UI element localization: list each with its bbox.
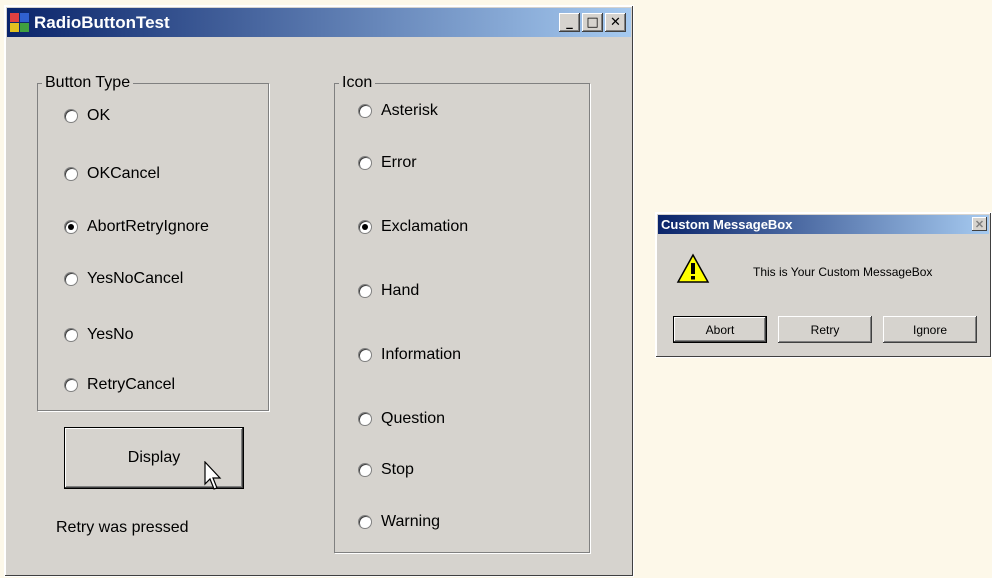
message-box-title: Custom MessageBox [661,217,793,232]
radio-circle-icon[interactable] [64,378,78,392]
message-box-text: This is Your Custom MessageBox [753,265,933,279]
button-type-radio-label: OK [87,107,111,124]
minimize-button[interactable]: _ [559,13,580,32]
close-button[interactable]: ✕ [605,13,626,32]
message-box-title-bar[interactable]: Custom MessageBox ✕ [658,215,989,234]
button-type-radio-ok[interactable]: OK [64,107,110,125]
ignore-button[interactable]: Ignore [883,316,977,343]
icon-radio-label: Exclamation [381,218,469,235]
button-type-radio-label: RetryCancel [87,376,176,393]
button-type-radio-retrycancel[interactable]: RetryCancel [64,376,175,394]
icon-group-label: Icon [342,74,373,91]
icon-radio-hand[interactable]: Hand [358,282,419,300]
button-type-group-label: Button Type [45,74,131,91]
button-type-radio-label: OKCancel [87,165,160,182]
icon-group: Icon [334,74,590,553]
icon-radio-label: Hand [381,282,420,299]
radio-circle-icon[interactable] [358,515,372,529]
abort-button[interactable]: Abort [673,316,767,343]
radio-circle-icon[interactable] [358,412,372,426]
radio-circle-icon[interactable] [64,220,78,234]
icon-radio-asterisk[interactable]: Asterisk [358,102,438,120]
title-bar[interactable]: RadioButtonTest _ □ ✕ [7,8,631,37]
icon-radio-label: Question [381,410,446,427]
retry-button[interactable]: Retry [778,316,872,343]
icon-radio-question[interactable]: Question [358,410,445,428]
icon-radio-stop[interactable]: Stop [358,461,414,479]
icon-radio-label: Warning [381,513,440,530]
mouse-cursor-icon [204,461,222,490]
radio-circle-icon[interactable] [358,156,372,170]
icon-radio-error[interactable]: Error [358,154,417,172]
icon-radio-information[interactable]: Information [358,346,461,364]
icon-radio-warning[interactable]: Warning [358,513,440,531]
radio-circle-icon[interactable] [358,220,372,234]
radio-selected-dot-icon [68,224,74,230]
button-type-radio-abortretryignore[interactable]: AbortRetryIgnore [64,218,209,236]
button-type-radio-yesno[interactable]: YesNo [64,326,134,344]
icon-radio-exclamation[interactable]: Exclamation [358,218,468,236]
radio-circle-icon[interactable] [64,109,78,123]
radio-circle-icon[interactable] [358,104,372,118]
custom-message-box: Custom MessageBox ✕ This is Your Custom … [655,212,992,358]
radio-button-test-window: RadioButtonTest _ □ ✕ Button Type OK OKCa… [4,5,634,577]
button-type-radio-yesnocancel[interactable]: YesNoCancel [64,270,183,288]
radio-circle-icon[interactable] [358,463,372,477]
radio-selected-dot-icon [362,224,368,230]
radio-circle-icon[interactable] [64,167,78,181]
radio-circle-icon[interactable] [358,284,372,298]
button-type-radio-okcancel[interactable]: OKCancel [64,165,160,183]
radio-circle-icon[interactable] [358,348,372,362]
icon-radio-label: Stop [381,461,414,478]
button-type-radio-label: AbortRetryIgnore [87,218,209,235]
radio-circle-icon[interactable] [64,328,78,342]
app-icon [10,12,30,33]
icon-radio-label: Error [381,154,417,171]
maximize-button[interactable]: □ [582,13,603,32]
button-type-radio-label: YesNoCancel [87,270,184,287]
radio-circle-icon[interactable] [64,272,78,286]
warning-icon [676,253,710,283]
icon-radio-label: Asterisk [381,102,438,119]
button-type-radio-label: YesNo [87,326,134,343]
window-title: RadioButtonTest [34,12,170,32]
icon-radio-label: Information [381,346,462,363]
status-label: Retry was pressed [56,519,189,536]
message-box-close-button[interactable]: ✕ [972,217,987,231]
